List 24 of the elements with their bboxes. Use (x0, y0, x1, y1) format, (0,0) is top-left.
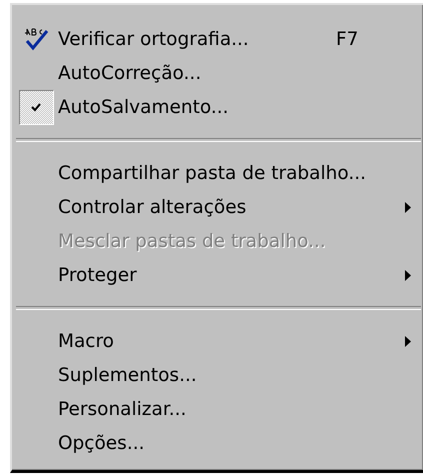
menu-item-label: Proteger (58, 264, 138, 286)
menu-item-label: Controlar alterações (58, 196, 248, 218)
checkmark-icon (31, 102, 41, 112)
shortcut-key: F7 (336, 28, 358, 50)
menu-item[interactable]: Controlar alterações (14, 190, 423, 224)
spellcheck-icon (23, 27, 49, 51)
menu-item-label: AutoSalvamento... (58, 96, 230, 118)
menu-item-label: Macro (58, 330, 115, 352)
menu-item-label: Personalizar... (58, 398, 188, 420)
menu-item[interactable]: Opções... (14, 426, 423, 460)
menu-item-label: Opções... (58, 432, 146, 454)
menu-item-label: Suplementos... (58, 364, 198, 386)
menu-item[interactable]: Compartilhar pasta de trabalho... (14, 156, 423, 190)
menu-item-label: AutoCorreção... (58, 62, 202, 84)
menu-item[interactable]: AutoCorreção... (14, 56, 423, 90)
menu-item[interactable]: Personalizar... (14, 392, 423, 426)
menu-item[interactable]: AutoSalvamento... (14, 90, 423, 124)
menu-item-label: Mesclar pastas de trabalho... (58, 230, 327, 252)
menu-item[interactable]: Suplementos... (14, 358, 423, 392)
menu-item-label: Compartilhar pasta de trabalho... (58, 162, 366, 184)
menu-item[interactable]: Verificar ortografia... F7 (14, 22, 423, 56)
menu-item-label: Verificar ortografia... (58, 28, 250, 50)
menu-item[interactable]: Macro (14, 324, 423, 358)
menu-item[interactable]: Proteger (14, 258, 423, 292)
